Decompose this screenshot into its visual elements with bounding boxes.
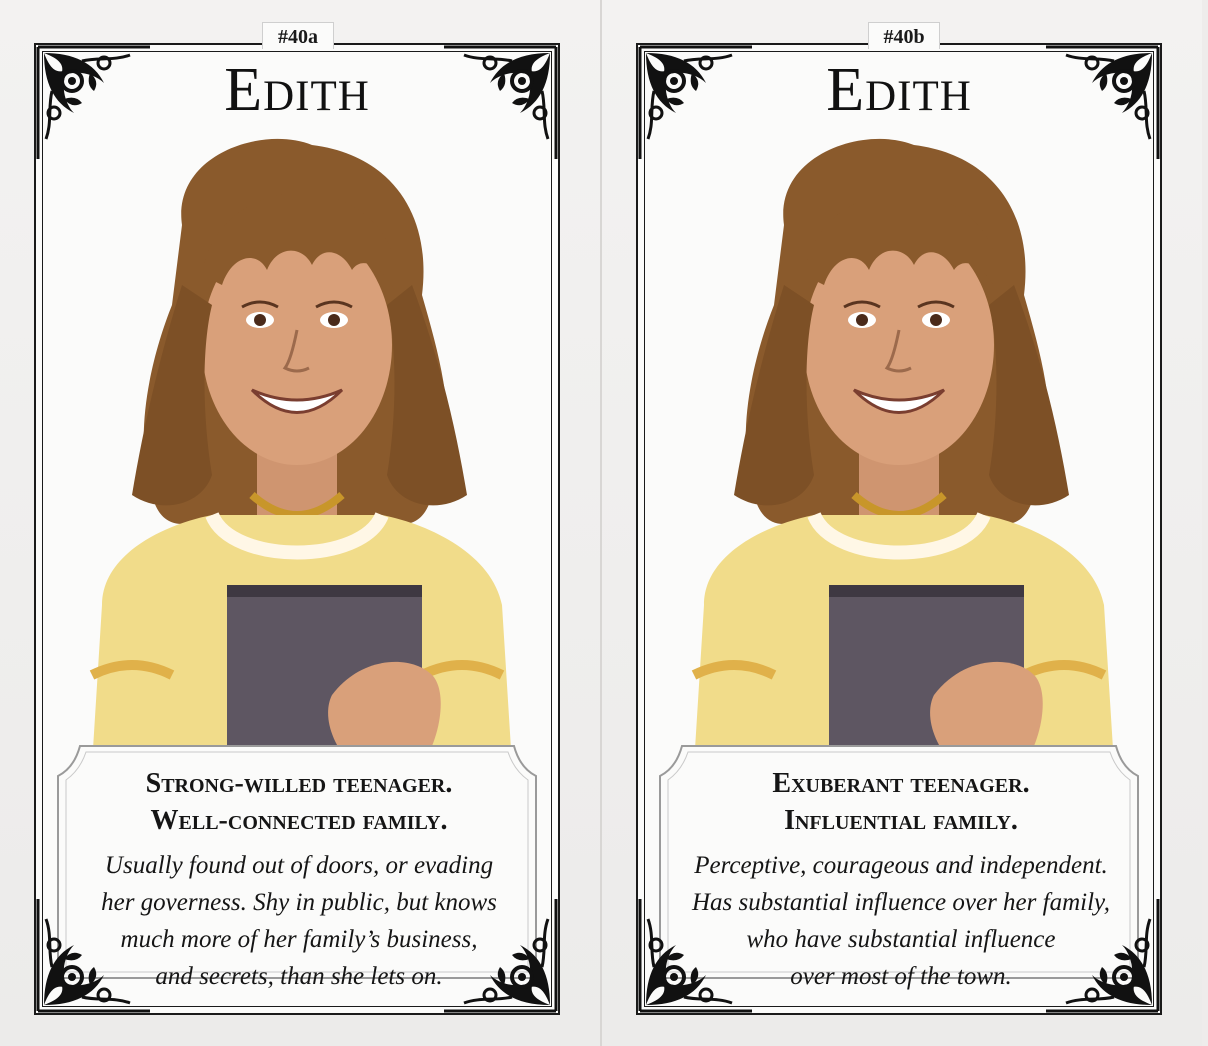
trait-line: Exuberant teenager. [772, 768, 1030, 799]
description-line: Perceptive, courageous and independent. [694, 852, 1108, 879]
trait-line: Well-connected family. [150, 805, 448, 836]
character-description: Perceptive, courageous and independent. … [678, 847, 1124, 995]
trait-line: Influential family. [784, 805, 1018, 836]
character-traits: Strong-willed teenager. Well-connected f… [76, 765, 522, 839]
description-line: much more of her family’s business, [120, 926, 478, 953]
character-description: Usually found out of doors, or evading h… [76, 847, 522, 995]
character-name: Edith [224, 56, 370, 124]
character-card[interactable]: Edith Exuberant teenager. Influential fa… [636, 43, 1162, 1015]
character-card[interactable]: Edith Strong-willed teenager. Well-conne… [34, 43, 560, 1015]
character-portrait [664, 135, 1134, 765]
description-line: Usually found out of doors, or evading [104, 852, 494, 879]
character-traits: Exuberant teenager. Influential family. [678, 765, 1124, 839]
card-id-tab: #40a [262, 22, 334, 49]
card-panel-b: Edith Exuberant teenager. Influential fa… [602, 0, 1202, 1046]
description-line: her governess. Shy in public, but knows [101, 889, 497, 916]
description-line: over most of the town. [790, 963, 1012, 990]
character-portrait [62, 135, 532, 765]
character-name: Edith [826, 56, 972, 124]
description-line: who have substantial influence [746, 926, 1056, 953]
card-id-tab: #40b [868, 22, 940, 49]
description-line: and secrets, than she lets on. [155, 963, 443, 990]
trait-line: Strong-willed teenager. [145, 768, 453, 799]
description-line: Has substantial influence over her famil… [691, 889, 1110, 916]
card-panel-a: #40a Edith Strong-willed teenager. Well-… [0, 0, 600, 1046]
